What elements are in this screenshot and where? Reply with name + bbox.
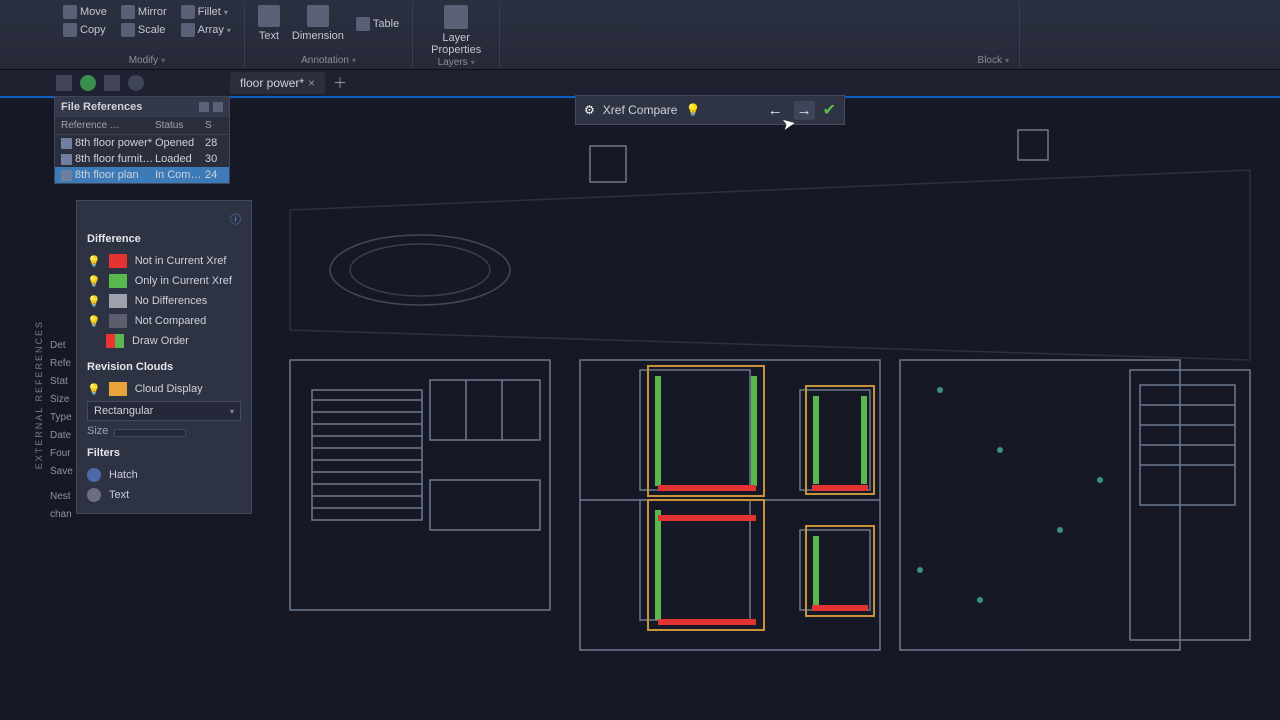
palette-vertical-title: EXTERNAL REFERENCES xyxy=(34,320,44,469)
qat-icon[interactable] xyxy=(56,75,72,91)
document-tab-bar: floor power* × ＋ xyxy=(0,70,1280,98)
ribbon-group-layers: Layer Properties Layers▾ xyxy=(413,2,500,68)
section-title-filters: Filters xyxy=(87,447,241,459)
layer-properties-button[interactable]: Layer Properties xyxy=(423,4,489,57)
dimension-button[interactable]: Dimension xyxy=(289,4,347,43)
bulb-icon[interactable]: 💡 xyxy=(87,255,101,268)
color-swatch xyxy=(109,254,127,268)
legend-not-in-current[interactable]: 💡 Not in Current Xref xyxy=(87,251,241,271)
array-button[interactable]: Array▾ xyxy=(178,22,234,38)
ribbon-group-modify: Move Mirror Fillet▾ Copy Scale Array▾ Mo… xyxy=(50,2,245,68)
qat-icon[interactable] xyxy=(104,75,120,91)
hatch-icon xyxy=(87,468,101,482)
accept-button[interactable]: ✔ xyxy=(823,100,836,120)
quick-access-toolbar xyxy=(56,72,144,94)
bulb-icon[interactable]: 💡 xyxy=(685,103,700,117)
reference-row[interactable]: 8th floor power* Opened 28 xyxy=(55,135,229,151)
ribbon-label-annotation: Annotation▾ xyxy=(301,55,356,66)
bulb-icon[interactable]: 💡 xyxy=(87,383,101,396)
dwg-icon xyxy=(61,154,72,165)
ribbon-label-layers: Layers▾ xyxy=(438,57,475,68)
xref-compare-panel: ⓘ Difference 💡 Not in Current Xref 💡 Onl… xyxy=(76,200,252,514)
copy-button[interactable]: Copy xyxy=(60,22,110,38)
filter-hatch[interactable]: Hatch xyxy=(87,465,241,485)
document-tab-label: floor power* xyxy=(240,76,304,90)
palette-title: File References xyxy=(61,101,142,113)
list-view-icon[interactable] xyxy=(199,102,209,112)
size-label: Size xyxy=(87,425,108,437)
section-title-difference: Difference xyxy=(87,233,241,245)
color-swatch xyxy=(109,314,127,328)
fillet-button[interactable]: Fillet▾ xyxy=(178,4,234,20)
palette-header: File References xyxy=(55,97,229,117)
ribbon-label-modify: Modify▾ xyxy=(129,55,165,66)
dwg-icon xyxy=(61,138,72,149)
color-swatch xyxy=(106,334,124,348)
bulb-icon[interactable]: 💡 xyxy=(87,295,101,308)
reference-table-header: Reference … Status S xyxy=(55,117,229,135)
add-tab-button[interactable]: ＋ xyxy=(333,73,347,93)
qat-refresh-icon[interactable] xyxy=(80,75,96,91)
next-diff-button[interactable]: → xyxy=(794,101,815,120)
move-button[interactable]: Move xyxy=(60,4,110,20)
xref-compare-toolbar: ⚙ Xref Compare 💡 ← → ✔ xyxy=(575,95,845,125)
document-tab[interactable]: floor power* × xyxy=(230,72,325,94)
bulb-icon[interactable]: 💡 xyxy=(87,275,101,288)
scale-button[interactable]: Scale xyxy=(118,22,170,38)
file-references-palette: File References Reference … Status S 8th… xyxy=(54,96,230,184)
color-swatch xyxy=(109,274,127,288)
text-button[interactable]: Text xyxy=(255,4,283,43)
cloud-display-toggle[interactable]: 💡 Cloud Display xyxy=(87,379,241,399)
ribbon-group-block: Block▾ xyxy=(968,2,1020,68)
info-icon[interactable]: ⓘ xyxy=(230,214,241,226)
detail-view-icon[interactable] xyxy=(213,102,223,112)
legend-not-compared[interactable]: 💡 Not Compared xyxy=(87,311,241,331)
ribbon: Move Mirror Fillet▾ Copy Scale Array▾ Mo… xyxy=(0,0,1280,70)
cloud-size-input[interactable] xyxy=(114,429,186,437)
text-icon xyxy=(87,488,101,502)
cloud-shape-select[interactable]: Rectangular▾ xyxy=(87,401,241,421)
mirror-button[interactable]: Mirror xyxy=(118,4,170,20)
color-swatch xyxy=(109,382,127,396)
section-title-revision: Revision Clouds xyxy=(87,361,241,373)
close-icon[interactable]: × xyxy=(308,76,315,90)
legend-only-in-current[interactable]: 💡 Only in Current Xref xyxy=(87,271,241,291)
qat-help-icon[interactable] xyxy=(128,75,144,91)
legend-no-differences[interactable]: 💡 No Differences xyxy=(87,291,241,311)
bulb-icon[interactable]: 💡 xyxy=(87,315,101,328)
ribbon-label-block: Block▾ xyxy=(978,55,1009,66)
legend-draw-order[interactable]: Draw Order xyxy=(87,331,241,351)
reference-row[interactable]: 8th floor furnit… Loaded 30 xyxy=(55,151,229,167)
ribbon-group-annotation: Text Dimension Table Annotation▾ xyxy=(245,2,413,68)
dwg-icon xyxy=(61,170,72,181)
table-button[interactable]: Table xyxy=(353,4,402,43)
compare-label: Xref Compare xyxy=(603,103,678,117)
color-swatch xyxy=(109,294,127,308)
reference-row-selected[interactable]: 8th floor plan In Com… 24 xyxy=(55,167,229,183)
gear-icon[interactable]: ⚙ xyxy=(584,103,595,117)
filter-text[interactable]: Text xyxy=(87,485,241,505)
